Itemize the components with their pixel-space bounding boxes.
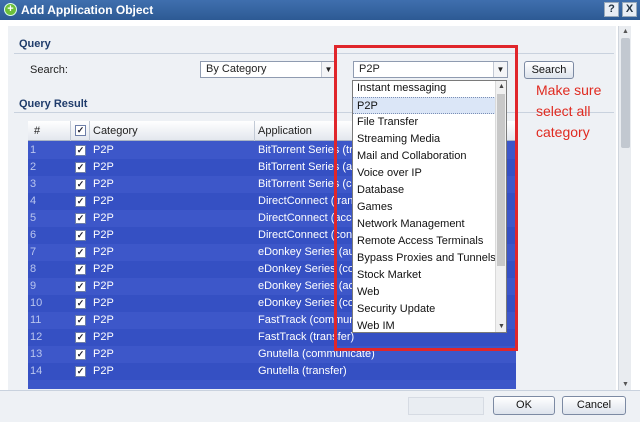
table-row[interactable]: 14 ✓ P2P Gnutella (transfer) xyxy=(28,363,516,380)
dropdown-option[interactable]: Voice over IP xyxy=(353,165,496,182)
row-number: 14 xyxy=(30,365,43,377)
row-category: P2P xyxy=(93,263,114,275)
column-header-num[interactable]: # xyxy=(34,125,40,137)
row-category: P2P xyxy=(93,229,114,241)
dropdown-option[interactable]: Database xyxy=(353,182,496,199)
search-button[interactable]: Search xyxy=(524,61,574,79)
row-checkbox[interactable]: ✓ xyxy=(75,230,86,241)
search-by-select[interactable]: By Category ▼ xyxy=(200,61,336,78)
row-number: 9 xyxy=(30,280,37,292)
annotation-line: category xyxy=(536,124,590,140)
dropdown-option[interactable]: File Transfer xyxy=(353,114,496,131)
annotation-note: Make sure select all category xyxy=(536,80,626,143)
row-checkbox[interactable]: ✓ xyxy=(75,315,86,326)
column-divider xyxy=(254,121,255,141)
row-checkbox[interactable]: ✓ xyxy=(75,281,86,292)
row-category: P2P xyxy=(93,331,114,343)
dropdown-option[interactable]: Mail and Collaboration xyxy=(353,148,496,165)
row-checkbox[interactable]: ✓ xyxy=(75,332,86,343)
row-category: P2P xyxy=(93,297,114,309)
search-label: Search: xyxy=(30,64,68,76)
row-number: 10 xyxy=(30,297,43,309)
row-number: 4 xyxy=(30,195,37,207)
row-category: P2P xyxy=(93,314,114,326)
row-category: P2P xyxy=(93,212,114,224)
dropdown-scrollbar-thumb[interactable] xyxy=(497,94,505,266)
dropdown-option[interactable]: Security Update xyxy=(353,301,496,318)
dialog-footer: OK Cancel xyxy=(0,390,640,422)
dropdown-option[interactable]: Instant messaging xyxy=(353,81,496,97)
dropdown-option[interactable]: Stock Market xyxy=(353,267,496,284)
row-category: P2P xyxy=(93,348,114,360)
row-checkbox[interactable]: ✓ xyxy=(75,213,86,224)
dropdown-option[interactable]: Web IM xyxy=(353,318,496,332)
row-application: Gnutella (transfer) xyxy=(258,365,347,377)
row-number: 6 xyxy=(30,229,37,241)
scroll-down-icon[interactable]: ▼ xyxy=(496,321,506,332)
search-by-value: By Category xyxy=(206,63,267,75)
dropdown-option[interactable]: Network Management xyxy=(353,216,496,233)
dropdown-option[interactable]: Games xyxy=(353,199,496,216)
column-header-category[interactable]: Category xyxy=(93,125,138,137)
row-number: 8 xyxy=(30,263,37,275)
disabled-button xyxy=(408,397,484,415)
row-checkbox[interactable]: ✓ xyxy=(75,366,86,377)
query-divider xyxy=(14,53,614,54)
annotation-line: select all xyxy=(536,103,591,119)
row-checkbox[interactable]: ✓ xyxy=(75,162,86,173)
dropdown-option[interactable]: Remote Access Terminals xyxy=(353,233,496,250)
query-section-label: Query xyxy=(19,38,51,50)
row-category: P2P xyxy=(93,246,114,258)
title-bar: + Add Application Object ? X xyxy=(0,0,640,20)
row-number: 12 xyxy=(30,331,43,343)
dropdown-option[interactable]: Bypass Proxies and Tunnels xyxy=(353,250,496,267)
dropdown-scrollbar[interactable]: ▲ ▼ xyxy=(495,81,506,332)
cancel-button[interactable]: Cancel xyxy=(562,396,626,415)
close-button[interactable]: X xyxy=(622,2,637,17)
scroll-up-icon[interactable]: ▲ xyxy=(496,81,506,92)
row-category: P2P xyxy=(93,144,114,156)
row-category: P2P xyxy=(93,178,114,190)
row-number: 5 xyxy=(30,212,37,224)
row-number: 2 xyxy=(30,161,37,173)
dropdown-option[interactable]: Web xyxy=(353,284,496,301)
select-all-checkbox[interactable]: ✓ xyxy=(75,125,86,136)
row-checkbox[interactable]: ✓ xyxy=(75,196,86,207)
row-category: P2P xyxy=(93,161,114,173)
row-checkbox[interactable]: ✓ xyxy=(75,247,86,258)
column-header-application[interactable]: Application xyxy=(258,125,312,137)
row-checkbox[interactable]: ✓ xyxy=(75,264,86,275)
row-checkbox[interactable]: ✓ xyxy=(75,179,86,190)
dropdown-option[interactable]: P2P xyxy=(353,97,496,114)
add-icon: + xyxy=(4,3,17,16)
ok-button[interactable]: OK xyxy=(493,396,555,415)
category-dropdown-list[interactable]: Instant messaging P2P File Transfer Streami… xyxy=(352,80,507,333)
row-checkbox[interactable]: ✓ xyxy=(75,145,86,156)
row-category: P2P xyxy=(93,280,114,292)
row-number: 13 xyxy=(30,348,43,360)
row-number: 11 xyxy=(30,314,42,326)
row-number: 1 xyxy=(30,144,37,156)
row-category: P2P xyxy=(93,195,114,207)
result-divider xyxy=(14,112,614,113)
row-checkbox[interactable]: ✓ xyxy=(75,298,86,309)
annotation-line: Make sure xyxy=(536,82,602,98)
column-divider xyxy=(70,121,71,141)
row-number: 7 xyxy=(30,246,37,258)
dropdown-option[interactable]: Streaming Media xyxy=(353,131,496,148)
row-category: P2P xyxy=(93,365,114,377)
window-title: Add Application Object xyxy=(21,3,154,17)
row-checkbox[interactable]: ✓ xyxy=(75,349,86,360)
help-button[interactable]: ? xyxy=(604,2,619,17)
column-divider xyxy=(89,121,90,141)
query-result-section-label: Query Result xyxy=(19,98,88,110)
scroll-up-icon[interactable]: ▲ xyxy=(619,26,632,37)
row-number: 3 xyxy=(30,178,37,190)
chevron-down-icon[interactable]: ▼ xyxy=(321,62,335,77)
scroll-down-icon[interactable]: ▼ xyxy=(619,379,632,390)
